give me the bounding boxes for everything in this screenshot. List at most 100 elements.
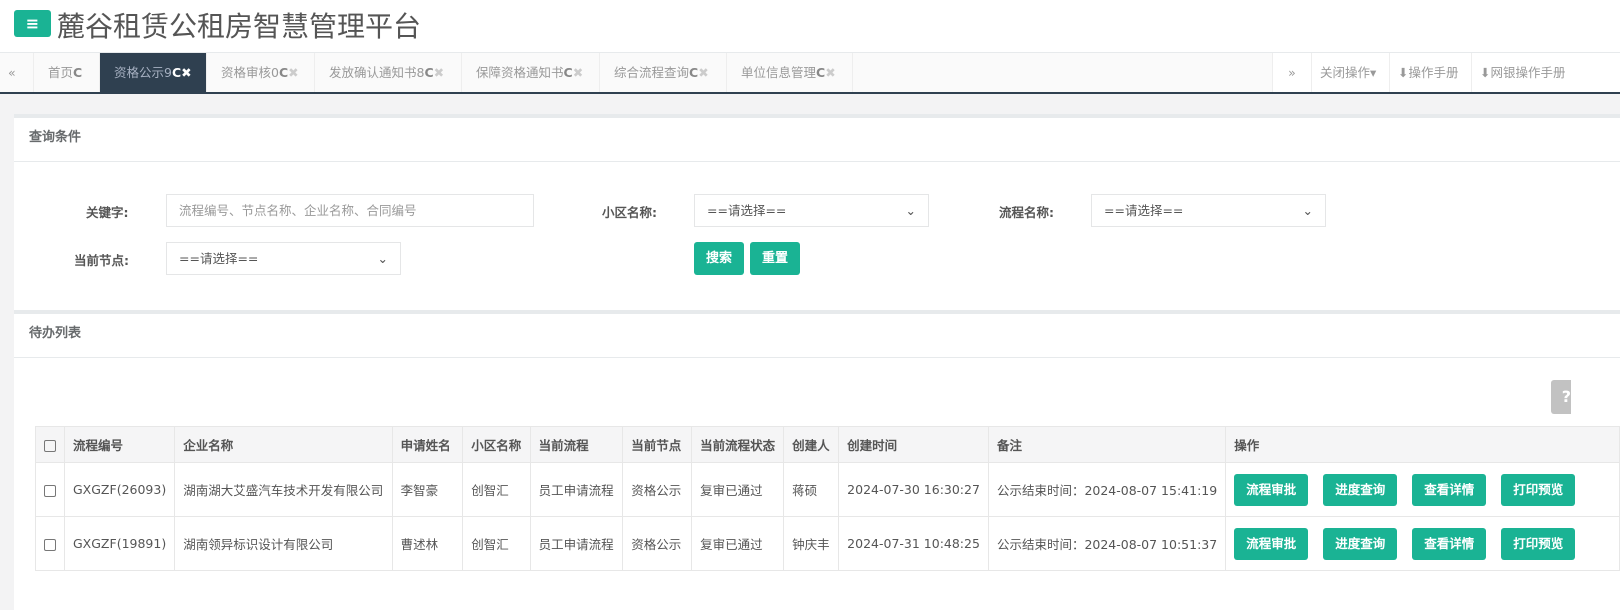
bank-manual-button[interactable]: ⬇网银操作手册 [1471, 53, 1620, 92]
col-header: 备注 [987, 426, 1227, 463]
tab-issue-confirmation[interactable]: 发放确认通知书8C✖ [315, 53, 462, 92]
col-header: 当前流程状态 [691, 426, 785, 463]
download-icon: ⬇ [1398, 65, 1409, 80]
refresh-icon[interactable]: C [172, 65, 181, 80]
chevron-down-icon: ⌄ [1302, 203, 1313, 218]
col-header: 操作 [1225, 426, 1620, 463]
table-row: GXGZF(26093) 湖南湖大艾盛汽车技术开发有限公司 李智豪 创智汇 员工申请流程… [35, 462, 1620, 517]
col-header: 创建时间 [838, 426, 989, 463]
tab-label: 首页 [48, 65, 74, 80]
cell: 2024-07-30 16:30:27 [838, 462, 989, 517]
cell: 蒋硕 [783, 462, 840, 517]
print-preview-button[interactable]: 打印预览 [1501, 473, 1576, 506]
reset-button[interactable]: 重置 [750, 242, 801, 275]
view-detail-button[interactable]: 查看详情 [1412, 473, 1487, 506]
view-detail-button[interactable]: 查看详情 [1412, 527, 1487, 560]
tab-label: 保障资格通知书 [476, 65, 564, 80]
col-header: 流程编号 [63, 426, 176, 463]
current-node-label: 当前节点: [74, 253, 129, 268]
cell: 资格公示 [622, 516, 693, 571]
cell: 钟庆丰 [783, 516, 840, 571]
community-label: 小区名称: [602, 205, 657, 220]
flow-name-value: ==请选择== [1104, 203, 1184, 218]
refresh-icon[interactable]: C [424, 65, 433, 80]
close-icon[interactable]: ✖ [288, 65, 298, 80]
flow-name-label: 流程名称: [999, 205, 1054, 220]
tab-unit-info[interactable]: 单位信息管理C✖ [727, 53, 853, 92]
tab-label: 资格审核0 [221, 65, 279, 80]
refresh-icon[interactable]: C [816, 65, 825, 80]
close-operations-dropdown[interactable]: 关闭操作▾ [1311, 53, 1389, 92]
progress-query-button[interactable]: 进度查询 [1323, 473, 1398, 506]
tabs-prev-button[interactable]: « [0, 53, 34, 92]
close-icon[interactable]: ✖ [434, 65, 444, 80]
current-node-select[interactable]: ==请选择== ⌄ [166, 242, 401, 275]
cell: 公示结束时间：2024-08-07 15:41:19 [987, 462, 1227, 517]
cell: 资格公示 [622, 462, 693, 517]
community-select[interactable]: ==请选择== ⌄ [694, 194, 929, 227]
flow-approve-button[interactable]: 流程审批 [1234, 527, 1309, 560]
community-value: ==请选择== [707, 203, 787, 218]
bars-icon: ≡ [25, 14, 40, 33]
close-icon[interactable]: ✖ [181, 65, 191, 80]
tab-bar: « 首页C 资格公示9C✖ 资格审核0C✖ 发放确认通知书8C✖ 保障资格通知书… [0, 53, 1620, 94]
manual-label: 操作手册 [1408, 65, 1459, 80]
todo-table: 流程编号 企业名称 申请姓名 小区名称 当前流程 当前节点 当前流程状态 创建人… [35, 426, 1620, 571]
tab-flow-query[interactable]: 综合流程查询C✖ [600, 53, 727, 92]
menu-toggle-button[interactable]: ≡ [14, 10, 51, 37]
cell: 公示结束时间：2024-08-07 10:51:37 [987, 516, 1227, 571]
tab-qualification-publicity[interactable]: 资格公示9C✖ [100, 53, 207, 92]
manual-button[interactable]: ⬇操作手册 [1389, 53, 1471, 92]
actions-cell: 流程审批 进度查询 查看详情 打印预览 [1225, 462, 1620, 517]
help-button[interactable]: ? [1551, 380, 1571, 414]
tab-label: 发放确认通知书8 [329, 65, 425, 80]
keyword-input[interactable]: 流程编号、节点名称、企业名称、合同编号 [166, 194, 534, 227]
tab-label: 综合流程查询 [614, 65, 690, 80]
refresh-icon[interactable]: C [689, 65, 698, 80]
refresh-icon[interactable]: C [279, 65, 288, 80]
cell: 创智汇 [462, 462, 531, 517]
flow-approve-button[interactable]: 流程审批 [1234, 473, 1309, 506]
close-icon[interactable]: ✖ [573, 65, 583, 80]
close-icon[interactable]: ✖ [825, 65, 835, 80]
cell: 员工申请流程 [529, 462, 624, 517]
print-preview-button[interactable]: 打印预览 [1501, 527, 1576, 560]
caret-down-icon: ▾ [1370, 65, 1377, 80]
select-all-checkbox[interactable] [44, 439, 56, 452]
cell: 曹述林 [391, 516, 464, 571]
tab-guarantee-notice[interactable]: 保障资格通知书C✖ [462, 53, 600, 92]
row-checkbox[interactable] [44, 538, 56, 551]
tabs-next-button[interactable]: » [1272, 53, 1311, 92]
col-header: 小区名称 [462, 426, 531, 463]
close-icon[interactable]: ✖ [698, 65, 708, 80]
chevron-down-icon: ⌄ [377, 251, 388, 266]
tab-qualification-review[interactable]: 资格审核0C✖ [207, 53, 315, 92]
cell: 创智汇 [462, 516, 531, 571]
cell: GXGZF(26093) [63, 462, 176, 517]
tab-home[interactable]: 首页C [34, 53, 100, 92]
cell: 复审已通过 [691, 516, 785, 571]
cell: 复审已通过 [691, 462, 785, 517]
refresh-icon[interactable]: C [564, 65, 573, 80]
search-button[interactable]: 搜索 [694, 242, 745, 275]
close-ops-label: 关闭操作 [1320, 65, 1371, 80]
current-node-value: ==请选择== [179, 251, 259, 266]
flow-name-select[interactable]: ==请选择== ⌄ [1091, 194, 1326, 227]
table-header-row: 流程编号 企业名称 申请姓名 小区名称 当前流程 当前节点 当前流程状态 创建人… [35, 426, 1620, 463]
query-panel: 查询条件 关键字: 流程编号、节点名称、企业名称、合同编号 小区名称: ==请选… [14, 114, 1620, 310]
col-header: 当前流程 [529, 426, 624, 463]
col-header: 申请姓名 [391, 426, 464, 463]
cell: 李智豪 [391, 462, 464, 517]
col-header: 当前节点 [622, 426, 693, 463]
refresh-icon[interactable]: C [73, 65, 82, 80]
query-panel-title: 查询条件 [14, 118, 1620, 162]
progress-query-button[interactable]: 进度查询 [1323, 527, 1398, 560]
actions-cell: 流程审批 进度查询 查看详情 打印预览 [1225, 516, 1620, 571]
cell: 员工申请流程 [529, 516, 624, 571]
row-checkbox[interactable] [44, 484, 56, 497]
keyword-label: 关键字: [86, 205, 129, 220]
app-title: 麓谷租赁公租房智慧管理平台 [57, 10, 422, 43]
todo-panel: 待办列表 ? 流程编号 企业名称 申请姓名 小区名称 当前流程 当前节点 当前流… [14, 310, 1620, 610]
col-header: 创建人 [783, 426, 840, 463]
cell: 2024-07-31 10:48:25 [838, 516, 989, 571]
